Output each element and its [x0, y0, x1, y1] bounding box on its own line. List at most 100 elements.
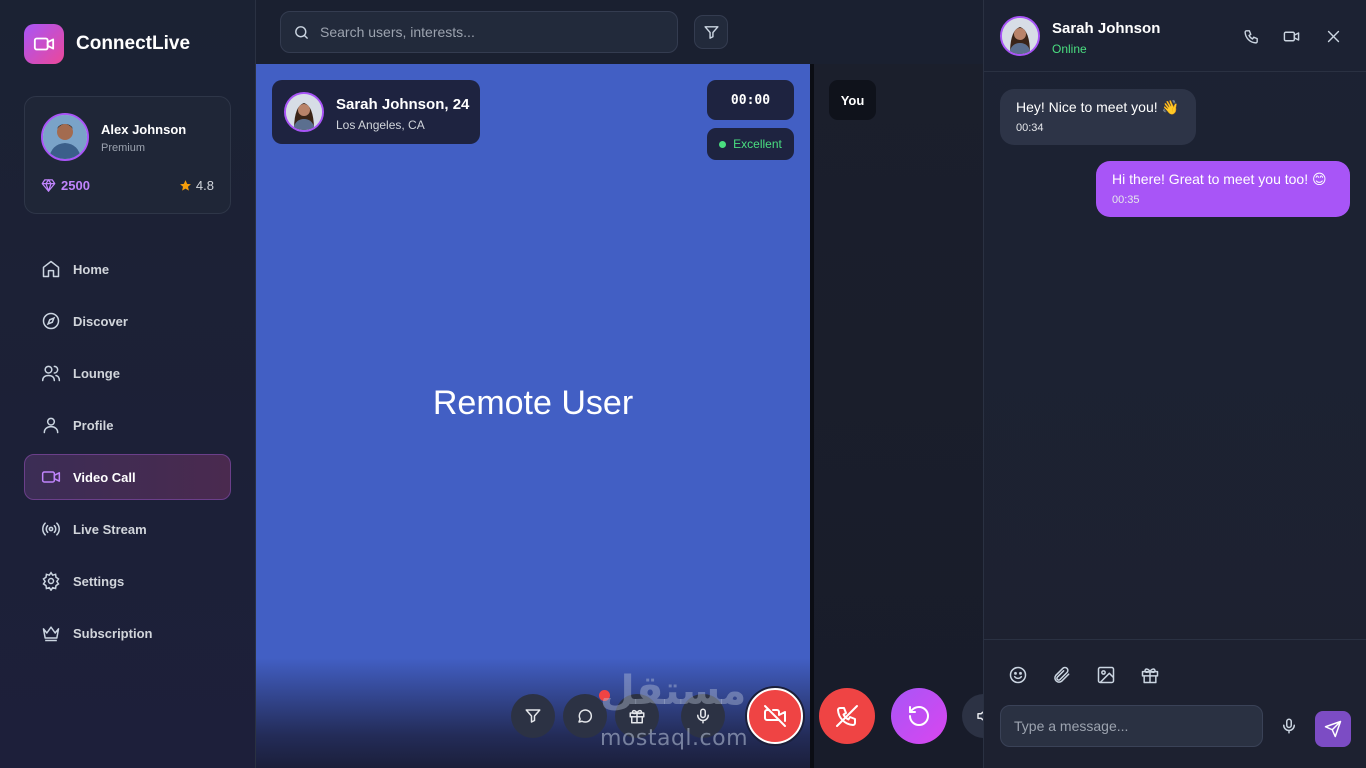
status-dot-icon — [719, 140, 727, 148]
chat-composer — [984, 639, 1366, 768]
message-text: Hey! Nice to meet you! 👋 — [1016, 99, 1179, 115]
chat-header: Sarah Johnson Online — [984, 0, 1366, 72]
nav-item-home[interactable]: Home — [24, 246, 231, 292]
user-tier: Premium — [101, 142, 146, 154]
top-bar — [256, 0, 983, 64]
video-call-button[interactable] — [1281, 26, 1301, 46]
message-outgoing: Hi there! Great to meet you too! 😊 00:35 — [1096, 161, 1350, 217]
video-icon — [1283, 28, 1300, 45]
message-input[interactable] — [1000, 705, 1263, 747]
nav-label: Lounge — [73, 365, 120, 381]
image-icon — [1096, 665, 1116, 685]
user-card[interactable]: Alex Johnson Premium 2500 4.8 — [24, 96, 231, 214]
diamond-icon — [41, 178, 56, 193]
compass-icon — [41, 311, 61, 331]
end-call-icon — [835, 704, 859, 728]
quality-label: Excellent — [733, 137, 782, 151]
gift-button[interactable] — [615, 694, 659, 738]
chat-toggle-button[interactable] — [563, 694, 607, 738]
camera-off-icon — [763, 704, 787, 728]
close-chat-button[interactable] — [1323, 26, 1343, 46]
nav-label: Video Call — [73, 469, 136, 485]
nav-item-video-call[interactable]: Video Call — [24, 454, 231, 500]
mic-toggle-button[interactable] — [681, 694, 725, 738]
filter-icon — [703, 24, 720, 41]
remote-video: Remote User Sarah Johnson, 24 Los Angele… — [256, 64, 810, 768]
avatar — [1000, 16, 1040, 56]
next-user-button[interactable] — [891, 688, 947, 744]
call-timer: 00:00 — [707, 80, 794, 120]
nav-label: Home — [73, 261, 110, 277]
chat-icon — [576, 707, 594, 725]
emoji-button[interactable] — [1007, 664, 1029, 686]
nav-item-discover[interactable]: Discover — [24, 298, 231, 344]
nav-item-profile[interactable]: Profile — [24, 402, 231, 448]
voice-call-button[interactable] — [1241, 26, 1261, 46]
user-icon — [41, 415, 61, 435]
caller-name: Sarah Johnson, 24 — [336, 96, 470, 113]
filter-icon — [524, 707, 542, 725]
video-camera-icon — [24, 24, 64, 64]
brand-name: ConnectLive — [76, 33, 191, 54]
users-icon — [41, 363, 61, 383]
gift-icon — [1140, 665, 1160, 685]
user-name: Alex Johnson — [101, 122, 187, 137]
local-video: You — [814, 64, 983, 768]
nav-label: Settings — [73, 573, 125, 589]
connection-quality: Excellent — [707, 128, 794, 160]
camera-toggle-button[interactable] — [747, 688, 803, 744]
user-rating: 4.8 — [179, 178, 214, 193]
mic-icon — [694, 707, 712, 725]
filter-control-button[interactable] — [511, 694, 555, 738]
gift-icon — [628, 707, 646, 725]
speaker-icon — [975, 707, 983, 725]
video-icon — [41, 467, 61, 487]
attach-button[interactable] — [1051, 664, 1073, 686]
nav-label: Live Stream — [73, 521, 147, 537]
sidebar: ConnectLive Alex Johnson Premium 2500 4.… — [0, 0, 256, 768]
broadcast-icon — [41, 519, 61, 539]
avatar — [41, 113, 89, 161]
paperclip-icon — [1052, 665, 1072, 685]
end-call-button[interactable] — [819, 688, 875, 744]
image-button[interactable] — [1095, 664, 1117, 686]
nav-item-settings[interactable]: Settings — [24, 558, 231, 604]
voice-message-button[interactable] — [1279, 716, 1299, 736]
local-label: You — [829, 80, 876, 120]
nav-label: Discover — [73, 313, 128, 329]
search-input[interactable] — [320, 24, 660, 40]
avatar — [284, 92, 324, 132]
caller-location: Los Angeles, CA — [336, 118, 425, 132]
crown-icon — [41, 623, 61, 643]
caller-info[interactable]: Sarah Johnson, 24 Los Angeles, CA — [272, 80, 480, 144]
nav-label: Subscription — [73, 625, 153, 641]
gear-icon — [41, 571, 61, 591]
search-box[interactable] — [280, 11, 678, 53]
gift-button[interactable] — [1139, 664, 1161, 686]
home-icon — [41, 259, 61, 279]
message-incoming: Hey! Nice to meet you! 👋 00:34 — [1000, 89, 1196, 145]
nav-item-lounge[interactable]: Lounge — [24, 350, 231, 396]
nav-label: Profile — [73, 417, 114, 433]
chat-contact-name: Sarah Johnson — [1052, 20, 1161, 37]
chat-contact-status: Online — [1052, 42, 1087, 56]
nav-item-live-stream[interactable]: Live Stream — [24, 506, 231, 552]
gems-balance: 2500 — [41, 178, 90, 193]
remote-user-placeholder: Remote User — [432, 384, 634, 422]
nav-item-subscription[interactable]: Subscription — [24, 610, 231, 656]
message-text: Hi there! Great to meet you too! 😊 — [1112, 171, 1327, 187]
search-icon — [293, 24, 310, 41]
phone-icon — [1243, 28, 1260, 45]
rating-value: 4.8 — [195, 178, 214, 193]
send-button[interactable] — [1315, 711, 1351, 747]
next-icon — [907, 704, 931, 728]
close-icon — [1325, 28, 1342, 45]
brand[interactable]: ConnectLive — [24, 24, 190, 64]
mic-icon — [1280, 717, 1298, 735]
main-nav: Home Discover Lounge Profile Video Call … — [24, 246, 231, 662]
send-icon — [1324, 720, 1342, 738]
filter-button[interactable] — [694, 15, 728, 49]
gems-count: 2500 — [61, 178, 90, 193]
smile-icon — [1008, 665, 1028, 685]
message-time: 00:34 — [1016, 122, 1044, 134]
